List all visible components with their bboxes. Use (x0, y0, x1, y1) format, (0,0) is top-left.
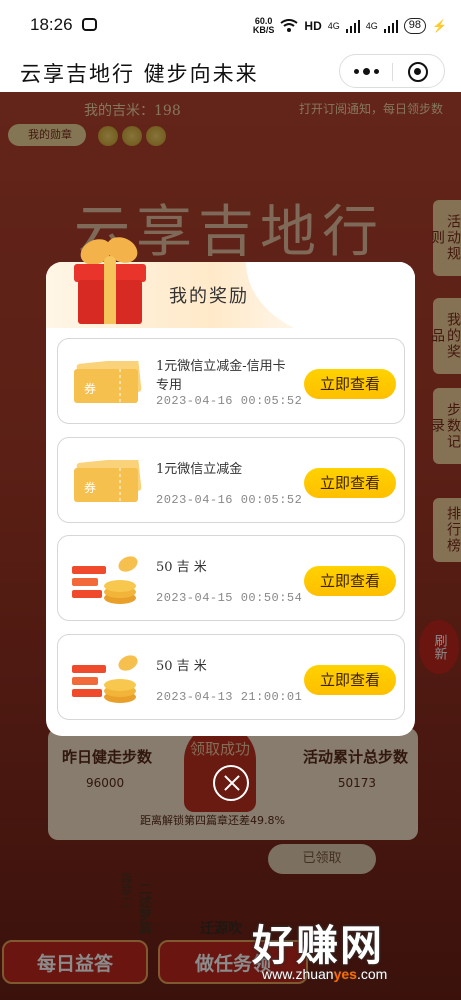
watermark-url: www.zhuanyes.com (262, 966, 388, 982)
view-reward-button[interactable]: 立即查看 (304, 665, 396, 695)
mini-program-header: 云享吉地行 健步向未来 (0, 52, 461, 92)
watermark-brand: 好赚网 (252, 921, 385, 970)
hd-label: HD (304, 19, 322, 33)
coins-icon (72, 556, 138, 604)
view-reward-button[interactable]: 立即查看 (304, 566, 396, 596)
battery-level: 98 (408, 19, 422, 31)
svg-text:券: 券 (84, 381, 96, 396)
reward-card: 50 吉 米 2023-04-15 00:50:54 立即查看 (57, 535, 405, 621)
gift-box-icon (74, 237, 146, 324)
coins-icon (72, 655, 138, 703)
svg-text:券: 券 (84, 480, 96, 495)
signal-icon-2 (383, 19, 398, 33)
status-bar: 18:26 60.0 KB/S HD 4G 4G 98 ⚡ (0, 0, 461, 52)
close-miniprogram-icon[interactable] (408, 62, 428, 82)
reward-name: 1元微信立减金 (156, 462, 243, 477)
reward-date: 2023-04-13 21:00:01 (156, 690, 303, 704)
reward-date: 2023-04-16 00:05:52 (156, 394, 303, 408)
reward-date: 2023-04-16 00:05:52 (156, 493, 303, 507)
clock: 18:26 (30, 15, 73, 34)
reward-date: 2023-04-15 00:50:54 (156, 591, 303, 605)
battery-icon: 98 (403, 18, 427, 34)
view-reward-button[interactable]: 立即查看 (304, 468, 396, 498)
menu-capsule (339, 54, 445, 88)
close-modal-icon[interactable] (213, 765, 249, 801)
page-title: 云享吉地行 健步向未来 (20, 62, 259, 86)
reward-name: 50 吉 米 (156, 659, 207, 674)
my-rewards-modal: 我的奖励 券 1元微信立减金-信用卡专用 2023-04-16 00:05:52… (46, 237, 415, 736)
view-reward-button[interactable]: 立即查看 (304, 369, 396, 399)
network-speed: 60.0 KB/S (252, 16, 275, 35)
reward-card: 50 吉 米 2023-04-13 21:00:01 立即查看 (57, 634, 405, 720)
charging-icon: ⚡ (432, 19, 447, 33)
capsule-divider (392, 63, 393, 81)
app-notification-icon (82, 18, 97, 31)
reward-name: 50 吉 米 (156, 560, 207, 575)
reward-name: 1元微信立减金-信用卡专用 (156, 359, 286, 393)
more-icon[interactable] (354, 68, 379, 75)
wifi-icon (280, 19, 299, 32)
signal-1-label: 4G (327, 21, 340, 31)
modal-title: 我的奖励 (169, 286, 249, 307)
reward-card: 券 1元微信立减金-信用卡专用 2023-04-16 00:05:52 立即查看 (57, 338, 405, 424)
status-indicators: 60.0 KB/S HD 4G 4G 98 ⚡ (253, 17, 447, 35)
voucher-icon: 券 (74, 460, 142, 502)
reward-card: 券 1元微信立减金 2023-04-16 00:05:52 立即查看 (57, 437, 405, 523)
signal-icon (345, 19, 360, 33)
watermark: 好赚网 www.zhuanyes.com (240, 912, 450, 992)
voucher-icon: 券 (74, 361, 142, 403)
signal-2-label: 4G (365, 21, 378, 31)
